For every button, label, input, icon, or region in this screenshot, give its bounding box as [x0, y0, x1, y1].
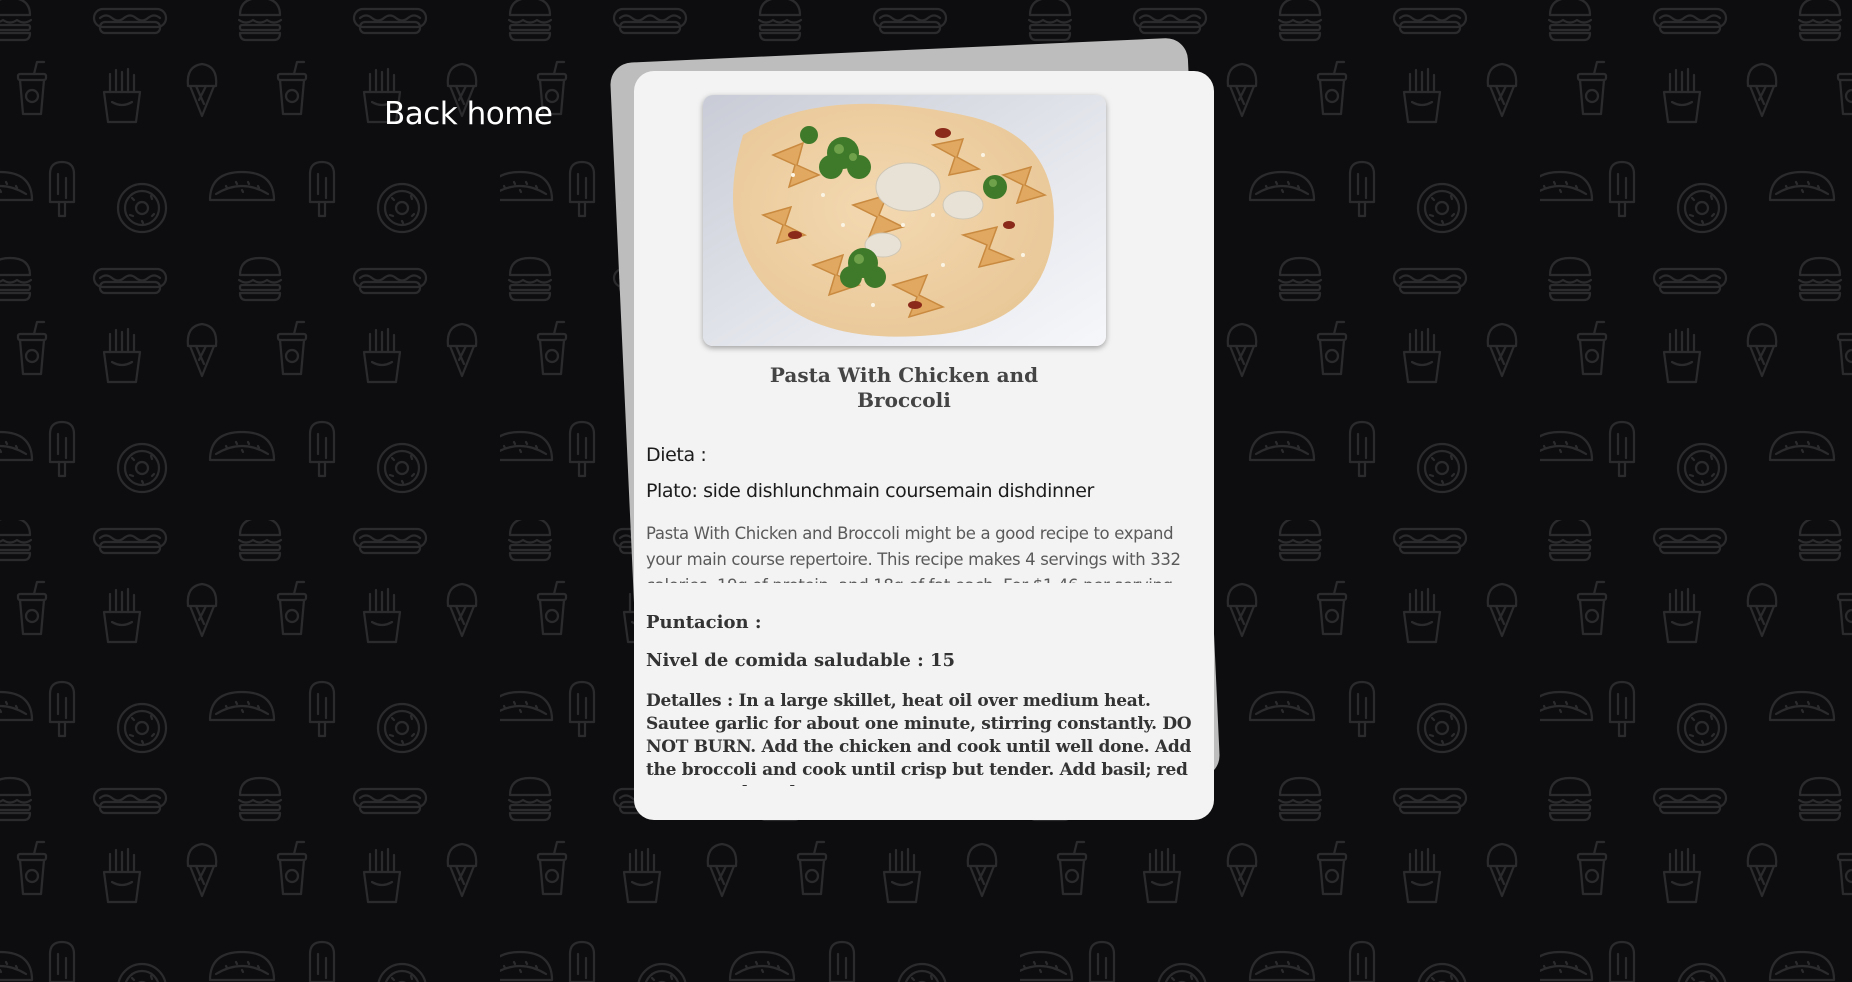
- score-label: Puntacion :: [646, 612, 762, 633]
- back-home-link[interactable]: Back home: [384, 96, 553, 132]
- recipe-title: Pasta With Chicken and Broccoli: [769, 363, 1039, 412]
- health-score-label: Nivel de comida saludable : 15: [646, 650, 956, 671]
- recipe-image: [703, 95, 1106, 346]
- dish-types-label: Plato: side dishlunchmain coursemain dis…: [646, 480, 1094, 502]
- recipe-instructions: Detalles : In a large skillet, heat oil …: [646, 691, 1192, 786]
- recipe-summary: Pasta With Chicken and Broccoli might be…: [646, 524, 1181, 583]
- diet-label: Dieta :: [646, 444, 707, 466]
- recipe-card: Pasta With Chicken and Broccoli Dieta : …: [634, 71, 1214, 820]
